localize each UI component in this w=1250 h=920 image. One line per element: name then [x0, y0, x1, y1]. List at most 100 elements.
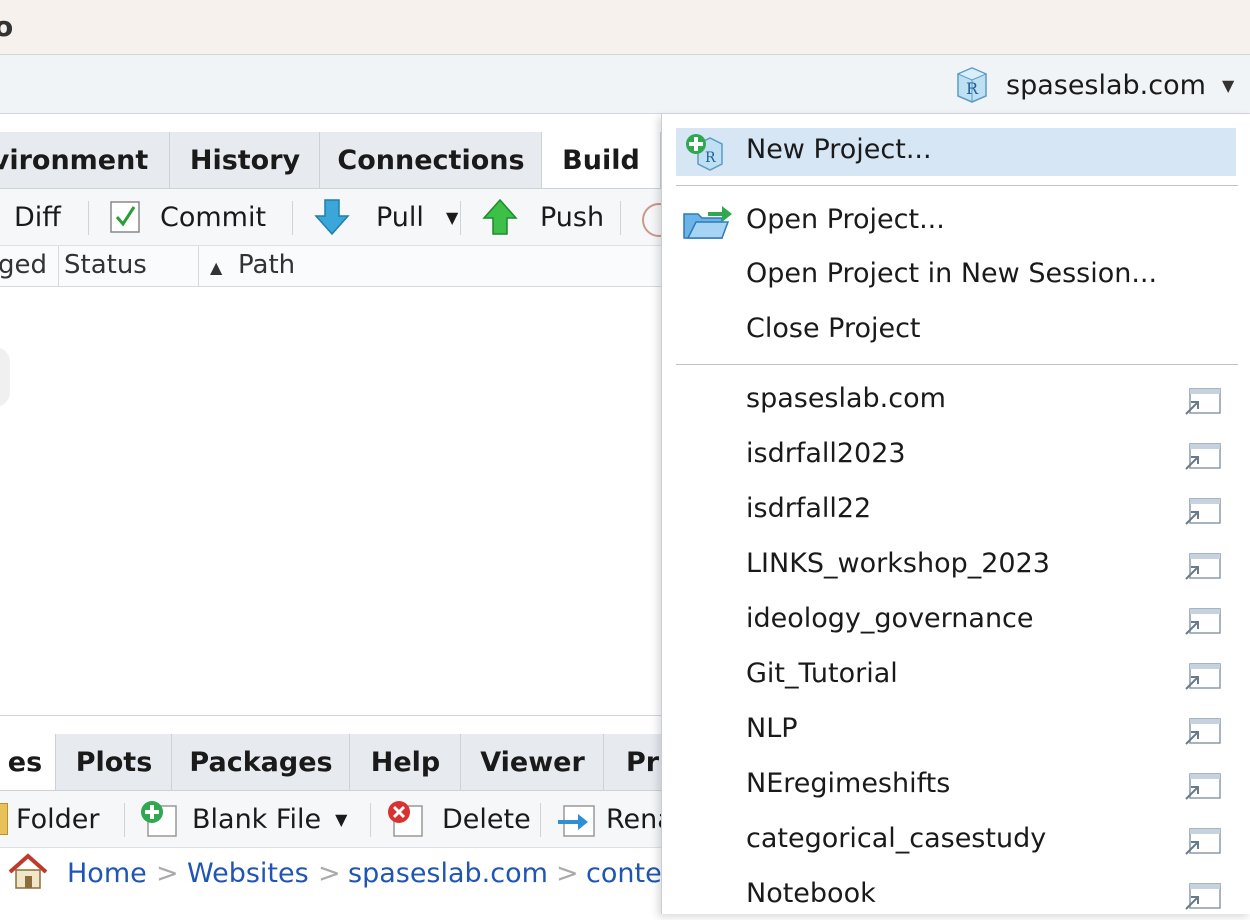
git-toolbar: Diff Commit Pull ▼ Push: [0, 189, 676, 246]
tab-viewer[interactable]: Viewer: [460, 734, 605, 790]
recent-project-item[interactable]: categorical_casestudy: [676, 817, 1236, 865]
open-in-new-session-icon[interactable]: [1182, 606, 1224, 638]
open-in-new-session-icon[interactable]: [1182, 716, 1224, 748]
breadcrumb-content[interactable]: conte: [586, 858, 662, 889]
tab-build[interactable]: Build: [541, 132, 661, 188]
recent-project-name: NEregimeshifts: [746, 768, 951, 799]
project-name: spaseslab.com: [1006, 69, 1206, 101]
open-in-new-session-icon[interactable]: [1182, 826, 1224, 858]
tab-help[interactable]: Help: [349, 734, 462, 790]
tab-label: Packages: [189, 746, 333, 778]
recent-project-name: LINKS_workshop_2023: [746, 548, 1050, 579]
window-title: o: [0, 10, 14, 43]
push-arrow-icon: [482, 198, 518, 235]
tab-plots[interactable]: Plots: [55, 734, 173, 790]
chevron-down-icon[interactable]: ▼: [446, 208, 458, 227]
recent-project-item[interactable]: isdrfall22: [676, 487, 1236, 535]
breadcrumb: Home > Websites > spaseslab.com > conte: [0, 848, 662, 898]
folder-icon: [0, 803, 8, 835]
tab-label: Help: [370, 746, 441, 778]
new-folder-button[interactable]: Folder: [0, 799, 99, 839]
menu-item-open-project-new-session[interactable]: Open Project in New Session...: [676, 252, 1236, 300]
recent-project-item[interactable]: NLP: [676, 707, 1236, 755]
recent-project-name: NLP: [746, 713, 798, 744]
menu-item-label: Open Project in New Session...: [746, 258, 1158, 289]
folder-label: Folder: [16, 803, 100, 835]
toolbar-divider: [620, 201, 621, 235]
menu-divider: [676, 185, 1238, 186]
pull-button[interactable]: Pull ▼: [314, 197, 458, 237]
toolbar-divider: [460, 201, 461, 235]
toolbar-divider: [292, 201, 293, 235]
recent-project-item[interactable]: spaseslab.com: [676, 377, 1236, 425]
recent-project-name: isdrfall22: [746, 493, 872, 524]
recent-project-item[interactable]: LINKS_workshop_2023: [676, 542, 1236, 590]
breadcrumb-separator-icon: >: [156, 858, 179, 889]
push-label: Push: [540, 201, 605, 233]
tab-environment[interactable]: vironment: [0, 132, 170, 188]
open-in-new-session-icon[interactable]: [1182, 496, 1224, 528]
recent-project-item[interactable]: isdrfall2023: [676, 432, 1236, 480]
delete-icon: [388, 801, 423, 837]
pane-shadow: [0, 347, 10, 407]
git-file-list-header: ged Status ▲ Path: [0, 246, 662, 287]
tab-history[interactable]: History: [169, 132, 321, 188]
project-dropdown-menu: R New Project... Open Project... Open Pr…: [661, 114, 1250, 914]
pull-label: Pull: [376, 201, 424, 233]
tab-files[interactable]: es: [0, 734, 56, 790]
commit-label: Commit: [160, 201, 267, 233]
breadcrumb-websites[interactable]: Websites: [187, 858, 309, 889]
column-path[interactable]: Path: [238, 250, 295, 280]
open-in-new-session-icon[interactable]: [1182, 661, 1224, 693]
diff-button[interactable]: Diff: [14, 197, 61, 237]
tab-label: Viewer: [480, 746, 585, 778]
window-title-bar: o: [0, 0, 1250, 55]
commit-button[interactable]: Commit: [108, 197, 266, 237]
tab-packages[interactable]: Packages: [171, 734, 351, 790]
column-divider: [198, 246, 199, 286]
home-icon[interactable]: [6, 852, 50, 892]
recent-project-name: categorical_casestudy: [746, 823, 1047, 854]
column-staged[interactable]: ged: [0, 250, 47, 280]
delete-button[interactable]: Delete: [384, 799, 531, 839]
chevron-down-icon[interactable]: ▼: [335, 810, 347, 829]
project-menu-button[interactable]: R spaseslab.com ▼: [952, 67, 1234, 103]
new-blank-file-button[interactable]: Blank File ▼: [138, 799, 347, 839]
open-in-new-session-icon[interactable]: [1182, 551, 1224, 583]
tab-label: es: [7, 746, 43, 778]
breadcrumb-home[interactable]: Home: [67, 858, 147, 889]
recent-project-item[interactable]: NEregimeshifts: [676, 762, 1236, 810]
rename-button[interactable]: Rena: [556, 799, 674, 839]
column-status[interactable]: Status: [64, 250, 147, 280]
breadcrumb-spaseslab[interactable]: spaseslab.com: [348, 858, 548, 889]
open-in-new-session-icon[interactable]: [1182, 771, 1224, 803]
recent-project-item[interactable]: ideology_governance: [676, 597, 1236, 645]
menu-item-open-project[interactable]: Open Project...: [676, 198, 1236, 246]
tab-label: History: [189, 144, 301, 176]
recent-project-item[interactable]: Git_Tutorial: [676, 652, 1236, 700]
open-in-new-session-icon[interactable]: [1182, 386, 1224, 418]
git-file-list: [0, 287, 662, 716]
menu-item-label: Open Project...: [746, 204, 945, 235]
open-in-new-session-icon[interactable]: [1182, 881, 1224, 913]
open-in-new-session-icon[interactable]: [1182, 441, 1224, 473]
svg-text:R: R: [966, 79, 979, 98]
breadcrumb-separator-icon: >: [318, 858, 341, 889]
menu-item-close-project[interactable]: Close Project: [676, 307, 1236, 355]
checkbox-icon: [110, 201, 140, 233]
tab-label: Connections: [337, 144, 525, 176]
menu-item-new-project[interactable]: R New Project...: [676, 128, 1236, 176]
delete-label: Delete: [442, 803, 531, 835]
rename-icon: [558, 805, 595, 837]
tab-connections[interactable]: Connections: [319, 132, 543, 188]
push-button[interactable]: Push: [482, 197, 604, 237]
recent-project-item[interactable]: Notebook: [676, 872, 1236, 920]
r-project-icon: R: [956, 67, 988, 103]
menu-item-label: New Project...: [746, 134, 932, 165]
tab-label: Build: [562, 144, 640, 176]
toolbar-divider: [88, 201, 89, 235]
open-folder-icon: [683, 206, 732, 239]
blank-file-label: Blank File: [192, 803, 322, 835]
menu-item-label: Close Project: [746, 313, 921, 344]
new-project-icon: R: [686, 134, 723, 171]
